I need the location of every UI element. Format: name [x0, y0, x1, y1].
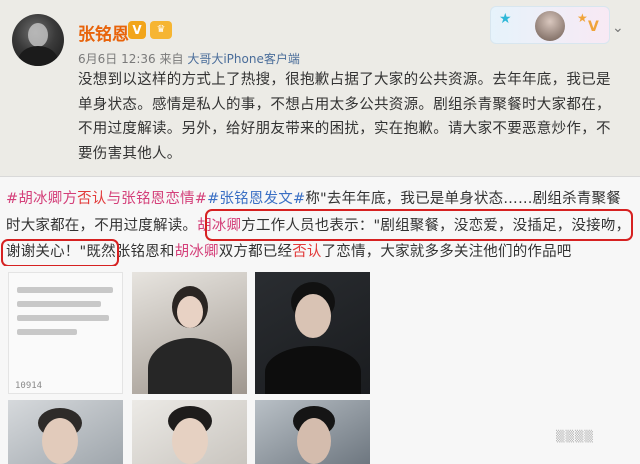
hashtag-link[interactable]: #胡冰卿方否认与张铭恩恋情#	[6, 191, 207, 207]
v-icon: V	[588, 19, 599, 35]
star-icon: ★	[499, 11, 512, 27]
person-face	[297, 418, 331, 464]
hashtag-link[interactable]: #张铭恩发文#	[207, 191, 305, 207]
avatar-face	[28, 23, 48, 47]
person-face	[42, 418, 78, 464]
weibo-post-card: 张铭恩 V ♛ ★ ★ V ⌄ 6月6日 12:36 来自 大哥大iPhone客…	[0, 0, 640, 176]
post-source[interactable]: 大哥大iPhone客户端	[187, 52, 300, 66]
person-body	[148, 338, 232, 394]
chevron-down-icon[interactable]: ⌄	[612, 20, 624, 36]
deny-highlight: 否认	[292, 244, 322, 260]
photo-thumbnail[interactable]	[255, 272, 370, 394]
avatar-body	[18, 46, 58, 66]
text-line	[17, 329, 77, 335]
highlight-box	[1, 239, 119, 267]
article-segment: 了恋情，大家就多多关注他们的作品吧	[321, 244, 572, 260]
verified-badge-icon: V	[128, 21, 146, 39]
hashtag-part: #胡冰卿	[6, 191, 63, 207]
screenshot-thumbnail[interactable]: 10914	[8, 272, 123, 394]
watermark: ▒▒▒▒	[556, 430, 594, 443]
decoration-card: ★ ★ V	[490, 6, 610, 44]
vip-crown-icon: ♛	[150, 21, 172, 39]
highlight-box	[205, 209, 633, 241]
image-grid: 10914	[0, 266, 640, 464]
person-face	[295, 294, 331, 338]
name-highlight[interactable]: 胡冰卿	[175, 244, 219, 260]
text-line	[17, 287, 113, 293]
username[interactable]: 张铭恩	[78, 20, 129, 45]
text-line	[17, 315, 109, 321]
thumbnail-caption: 10914	[15, 381, 43, 391]
article-segment: 双方都已经	[218, 244, 293, 260]
avatar[interactable]	[12, 14, 64, 66]
photo-thumbnail[interactable]	[255, 400, 370, 464]
photo-thumbnail[interactable]	[132, 272, 247, 394]
post-body: 没想到以这样的方式上了热搜，很抱歉占据了大家的公共资源。去年年底，我已是单身状态…	[78, 72, 611, 162]
post-meta: 6月6日 12:36 来自 大哥大iPhone客户端	[78, 50, 300, 67]
photo-thumbnail[interactable]	[132, 400, 247, 464]
post-date: 6月6日 12:36	[78, 52, 156, 66]
decoration-avatar	[535, 11, 565, 41]
person-face	[172, 418, 208, 464]
hashtag-part: 与张铭恩恋情#	[106, 191, 208, 207]
photo-thumbnail[interactable]	[8, 400, 123, 464]
hashtag-part: 方	[62, 191, 78, 207]
person-face	[177, 296, 203, 328]
person-body	[265, 346, 361, 394]
text-line	[17, 301, 101, 307]
star-icon: ★	[577, 11, 588, 25]
source-prefix: 来自	[159, 52, 184, 66]
hashtag-part-highlight: 否认	[77, 191, 107, 207]
